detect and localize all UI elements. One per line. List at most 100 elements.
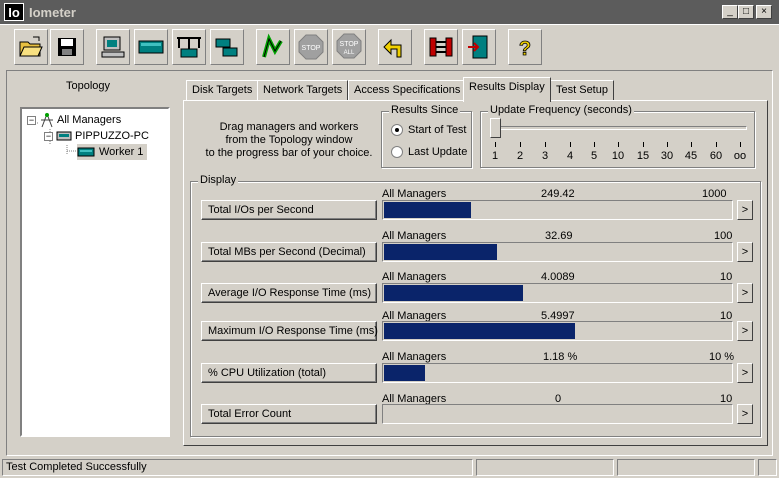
result-progress-bar[interactable] (382, 404, 733, 424)
metric-select-button[interactable]: Total MBs per Second (Decimal) (201, 242, 377, 262)
tree-expander[interactable]: − (27, 115, 36, 125)
slider-tick-label: 4 (566, 150, 574, 162)
slider-tick (618, 142, 619, 147)
result-progress-fill (384, 323, 575, 339)
disconnect-button[interactable] (424, 29, 458, 65)
reset-range-button[interactable]: > (737, 283, 753, 303)
status-text: Test Completed Successfully (2, 459, 473, 476)
minimize-button[interactable]: _ (722, 5, 738, 19)
reset-workers-button[interactable] (378, 29, 412, 65)
tab-access-specifications[interactable]: Access Specifications (348, 80, 467, 101)
result-progress-bar[interactable] (382, 363, 733, 383)
slider-tick-label: 1 (491, 150, 499, 162)
duplicate-worker-icon (215, 38, 238, 57)
metric-select-button[interactable]: Total Error Count (201, 404, 377, 424)
start-test-button[interactable] (256, 29, 290, 65)
title-bar[interactable]: Io Iometer _ □ × (0, 0, 779, 24)
metric-select-button[interactable]: % CPU Utilization (total) (201, 363, 377, 383)
metric-select-button[interactable]: Maximum I/O Response Time (ms) (201, 321, 378, 341)
row-max-value: 10 % (709, 351, 735, 363)
close-button[interactable]: × (756, 5, 772, 19)
help-icon-label: ? (519, 38, 531, 60)
start-flag-icon (262, 33, 283, 58)
new-network-worker-button[interactable] (172, 29, 206, 65)
update-frequency-slider-thumb[interactable] (490, 118, 501, 138)
help-icon: ? (518, 38, 531, 61)
slider-tick (716, 142, 717, 147)
reset-range-button[interactable]: > (737, 321, 753, 341)
tree-expander[interactable]: − (44, 131, 53, 141)
tree-node-manager[interactable]: − PIPPUZZO-PC (44, 128, 149, 144)
slider-tick (691, 142, 692, 147)
maximize-button[interactable]: □ (738, 5, 754, 19)
radio-last-update[interactable]: Last Update (391, 146, 467, 158)
open-folder-icon (19, 36, 43, 57)
worker-network-icon (177, 37, 201, 58)
result-progress-bar[interactable] (382, 321, 733, 341)
metric-select-button[interactable]: Average I/O Response Time (ms) (201, 283, 377, 303)
stop-all-icon-sublabel: ALL (344, 50, 355, 56)
stop-test-button[interactable]: STOP (294, 29, 328, 65)
reset-range-button[interactable]: > (737, 363, 753, 383)
slider-tick-label: 10 (611, 150, 625, 162)
tab-network-targets[interactable]: Network Targets (257, 80, 349, 101)
display-title: Display (198, 174, 239, 187)
topology-tree[interactable]: − All Managers − PIPPUZZO-PC Worker 1 (20, 107, 170, 437)
radio-start-of-test[interactable]: Start of Test (391, 124, 467, 136)
tree-node-all-managers[interactable]: − All Managers (27, 112, 121, 128)
result-progress-bar[interactable] (382, 283, 733, 303)
tree-node-worker[interactable]: Worker 1 (77, 144, 148, 160)
stop-icon: STOP (298, 34, 324, 60)
slider-tick (740, 142, 741, 147)
slider-tick-label: 45 (684, 150, 698, 162)
window-title: Iometer (29, 4, 76, 20)
instruction-line: to the progress bar of your choice. (205, 147, 373, 159)
computer-icon (101, 36, 125, 58)
topology-title: Topology (65, 80, 111, 92)
tab-test-setup[interactable]: Test Setup (550, 80, 614, 101)
metric-select-button[interactable]: Total I/Os per Second (201, 200, 377, 220)
result-progress-bar[interactable] (382, 200, 733, 220)
worker-disk-icon (138, 40, 164, 54)
duplicate-worker-button[interactable] (210, 29, 244, 65)
result-progress-bar[interactable] (382, 242, 733, 262)
exit-button[interactable] (462, 29, 496, 65)
reset-arrow-icon (383, 38, 402, 58)
slider-tick-label: 60 (709, 150, 723, 162)
open-config-button[interactable] (14, 29, 48, 65)
result-progress-fill (384, 202, 471, 218)
stop-all-icon: STOP ALL (336, 33, 362, 59)
start-manager-button[interactable] (96, 29, 130, 65)
reset-range-button[interactable]: > (737, 200, 753, 220)
tab-results-display[interactable]: Results Display (463, 77, 551, 102)
radio-button-selected[interactable] (391, 124, 403, 136)
save-config-button[interactable] (50, 29, 84, 65)
all-managers-icon (41, 112, 53, 128)
reset-range-button[interactable]: > (737, 404, 753, 424)
new-disk-worker-button[interactable] (134, 29, 168, 65)
exit-door-icon (468, 35, 488, 59)
row-current-value: 1.18 % (543, 351, 578, 363)
drag-instructions: Drag managers and workers from the Topol… (196, 121, 382, 160)
radio-button[interactable] (391, 146, 403, 158)
save-disk-icon (58, 38, 76, 56)
results-since-group: Results Since (381, 104, 472, 168)
slider-tick (570, 142, 571, 147)
tab-disk-targets[interactable]: Disk Targets (186, 80, 259, 101)
stop-all-button[interactable]: STOP ALL (332, 29, 366, 65)
help-button[interactable]: ? (508, 29, 542, 65)
status-pane-4 (758, 459, 777, 476)
row-target-label: All Managers (382, 271, 447, 283)
manager-computer-icon (56, 131, 72, 141)
slider-tick-label: oo (733, 150, 747, 162)
slider-tick (520, 142, 521, 147)
row-current-value: 249.42 (541, 188, 575, 200)
row-target-label: All Managers (382, 351, 447, 363)
update-frequency-slider-track[interactable] (494, 126, 747, 130)
stop-icon-label: STOP (302, 45, 321, 52)
disconnect-icon (429, 37, 453, 57)
reset-range-button[interactable]: > (737, 242, 753, 262)
toolbar: STOP STOP ALL ? (0, 24, 779, 70)
slider-tick (495, 142, 496, 147)
iometer-app-icon: Io (4, 3, 24, 21)
